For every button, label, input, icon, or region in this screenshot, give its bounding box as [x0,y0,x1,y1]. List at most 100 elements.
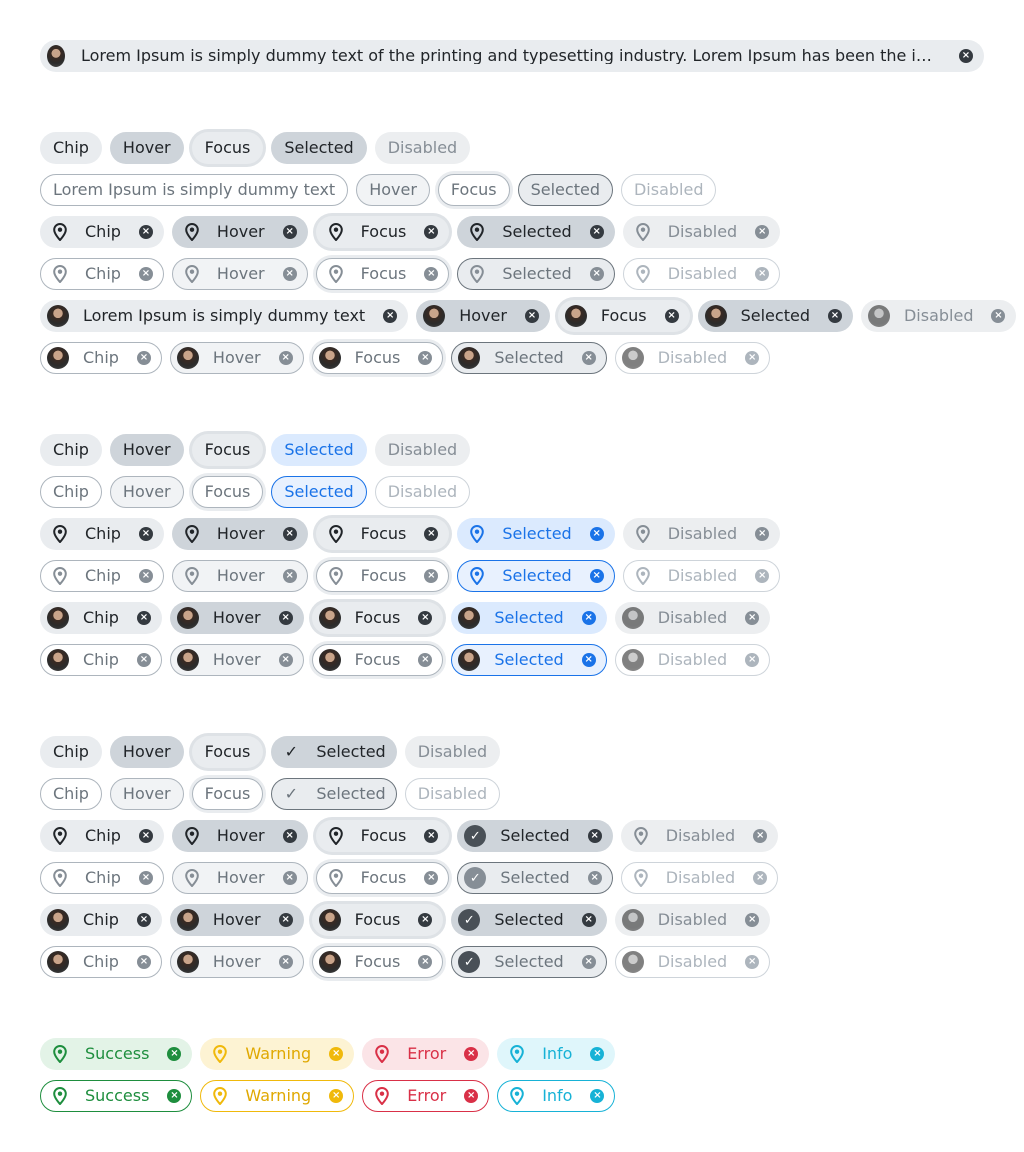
close-icon[interactable]: × [167,1047,182,1061]
close-icon[interactable]: × [136,653,151,667]
chip[interactable]: Chip [40,132,102,164]
chip-icon-hover[interactable]: Hover × [171,216,308,248]
close-icon[interactable]: × [138,527,153,541]
chip-selected[interactable]: Selected [271,132,367,164]
chip-outlined-focus[interactable]: Focus [191,476,264,508]
chip-selected[interactable]: ✓ Selected [271,736,397,768]
chip-icon-focus[interactable]: Focus × [315,820,450,852]
chip-icon-outlined-focus[interactable]: Focus × [315,560,450,592]
chip-avatar-outlined-hover[interactable]: Hover × [169,946,304,978]
close-icon[interactable]: × [581,611,596,625]
close-icon[interactable]: × [383,309,398,323]
close-icon[interactable]: × [138,267,153,281]
chip-avatar-selected[interactable]: Selected × [697,300,853,332]
chip-outlined-hover[interactable]: Hover [109,476,184,508]
chip-focus[interactable]: Focus [191,434,264,466]
close-icon[interactable]: × [329,1047,344,1061]
chip-outlined-selected[interactable]: Selected [517,174,613,206]
chip-info-outlined[interactable]: Info × [497,1080,616,1112]
close-icon[interactable]: × [590,1047,605,1061]
close-icon[interactable]: × [282,829,297,843]
close-icon[interactable]: × [664,309,679,323]
chip-icon-focus[interactable]: Focus × [315,216,450,248]
close-icon[interactable]: × [138,871,153,885]
chip-warning[interactable]: Warning × [200,1038,355,1070]
close-icon[interactable]: × [424,267,439,281]
chip-avatar-outlined-focus[interactable]: Focus × [311,946,444,978]
close-icon[interactable]: × [136,955,151,969]
close-icon[interactable]: × [581,913,596,927]
close-icon[interactable]: × [581,653,596,667]
chip-icon-outlined-focus[interactable]: Focus × [315,862,450,894]
chip-avatar-selected[interactable]: Selected × [451,602,607,634]
chip-icon-outlined-hover[interactable]: Hover × [171,560,308,592]
chip-avatar-outlined[interactable]: Chip × [40,946,162,978]
close-icon[interactable]: × [581,351,596,365]
close-icon[interactable]: × [587,829,602,843]
chip-outlined[interactable]: Chip [40,476,102,508]
chip-icon[interactable]: Chip × [40,518,164,550]
close-icon[interactable]: × [278,913,293,927]
chip-avatar[interactable]: Chip × [40,904,162,936]
chip-icon-outlined[interactable]: Chip × [40,560,164,592]
close-icon[interactable]: × [329,1089,344,1103]
close-icon[interactable]: × [424,829,439,843]
chip-outlined-hover[interactable]: Hover [356,174,430,206]
close-icon[interactable]: × [167,1089,182,1103]
close-icon[interactable]: × [418,955,433,969]
close-icon[interactable]: × [282,225,297,239]
chip-avatar[interactable]: Chip × [40,602,162,634]
chip-warning-outlined[interactable]: Warning × [200,1080,355,1112]
chip-icon-outlined-hover[interactable]: Hover × [171,258,308,290]
chip-outlined-selected[interactable]: ✓ Selected [271,778,397,810]
close-icon[interactable]: × [138,569,153,583]
chip-error-outlined[interactable]: Error × [362,1080,490,1112]
close-icon[interactable]: × [589,267,604,281]
chip-avatar-hover[interactable]: Hover × [169,602,304,634]
close-icon[interactable]: × [424,871,439,885]
close-icon[interactable]: × [464,1089,479,1103]
close-icon[interactable]: × [282,527,297,541]
chip-icon-outlined-hover[interactable]: Hover × [171,862,308,894]
chip-icon-outlined[interactable]: Chip × [40,862,164,894]
chip-icon-outlined-focus[interactable]: Focus × [315,258,450,290]
close-icon[interactable]: × [282,871,297,885]
close-icon[interactable]: × [587,871,602,885]
chip-avatar-outlined-focus[interactable]: Focus × [311,342,444,374]
chip-hover[interactable]: Hover [109,434,184,466]
chip-outlined-focus[interactable]: Focus [437,174,510,206]
close-icon[interactable]: × [418,653,433,667]
chip-avatar-outlined-focus[interactable]: Focus × [311,644,444,676]
close-icon[interactable]: × [424,569,439,583]
chip-avatar[interactable]: Lorem Ipsum is simply dummy text × [40,300,409,332]
close-icon[interactable]: × [524,309,539,323]
chip-success[interactable]: Success × [40,1038,193,1070]
chip-success-outlined[interactable]: Success × [40,1080,193,1112]
close-icon[interactable]: × [418,611,433,625]
chip-outlined-selected[interactable]: Selected [271,476,367,508]
chip-outlined[interactable]: Chip [40,778,102,810]
chip-icon-focus[interactable]: Focus × [315,518,450,550]
close-icon[interactable]: × [278,611,293,625]
close-icon[interactable]: × [424,527,439,541]
chip-icon-hover[interactable]: Hover × [171,518,308,550]
chip-avatar-focus[interactable]: Focus × [311,904,444,936]
chip[interactable]: Chip [40,434,102,466]
chip-icon-outlined-selected[interactable]: Selected × [457,560,615,592]
chip-avatar-outlined[interactable]: Chip × [40,342,162,374]
chip-info[interactable]: Info × [497,1038,616,1070]
close-icon[interactable]: × [418,913,433,927]
close-icon[interactable]: × [827,309,842,323]
close-icon[interactable]: × [136,913,151,927]
close-icon[interactable]: × [581,955,596,969]
chip-icon-selected[interactable]: Selected × [457,216,615,248]
close-icon[interactable]: × [418,351,433,365]
chip-icon-hover[interactable]: Hover × [171,820,308,852]
close-icon[interactable]: × [282,267,297,281]
chip-avatar-focus[interactable]: Focus × [311,602,444,634]
close-icon[interactable]: × [464,1047,479,1061]
close-icon[interactable]: × [278,955,293,969]
close-icon[interactable]: × [136,611,151,625]
close-icon[interactable]: × [138,225,153,239]
chip-error[interactable]: Error × [362,1038,490,1070]
